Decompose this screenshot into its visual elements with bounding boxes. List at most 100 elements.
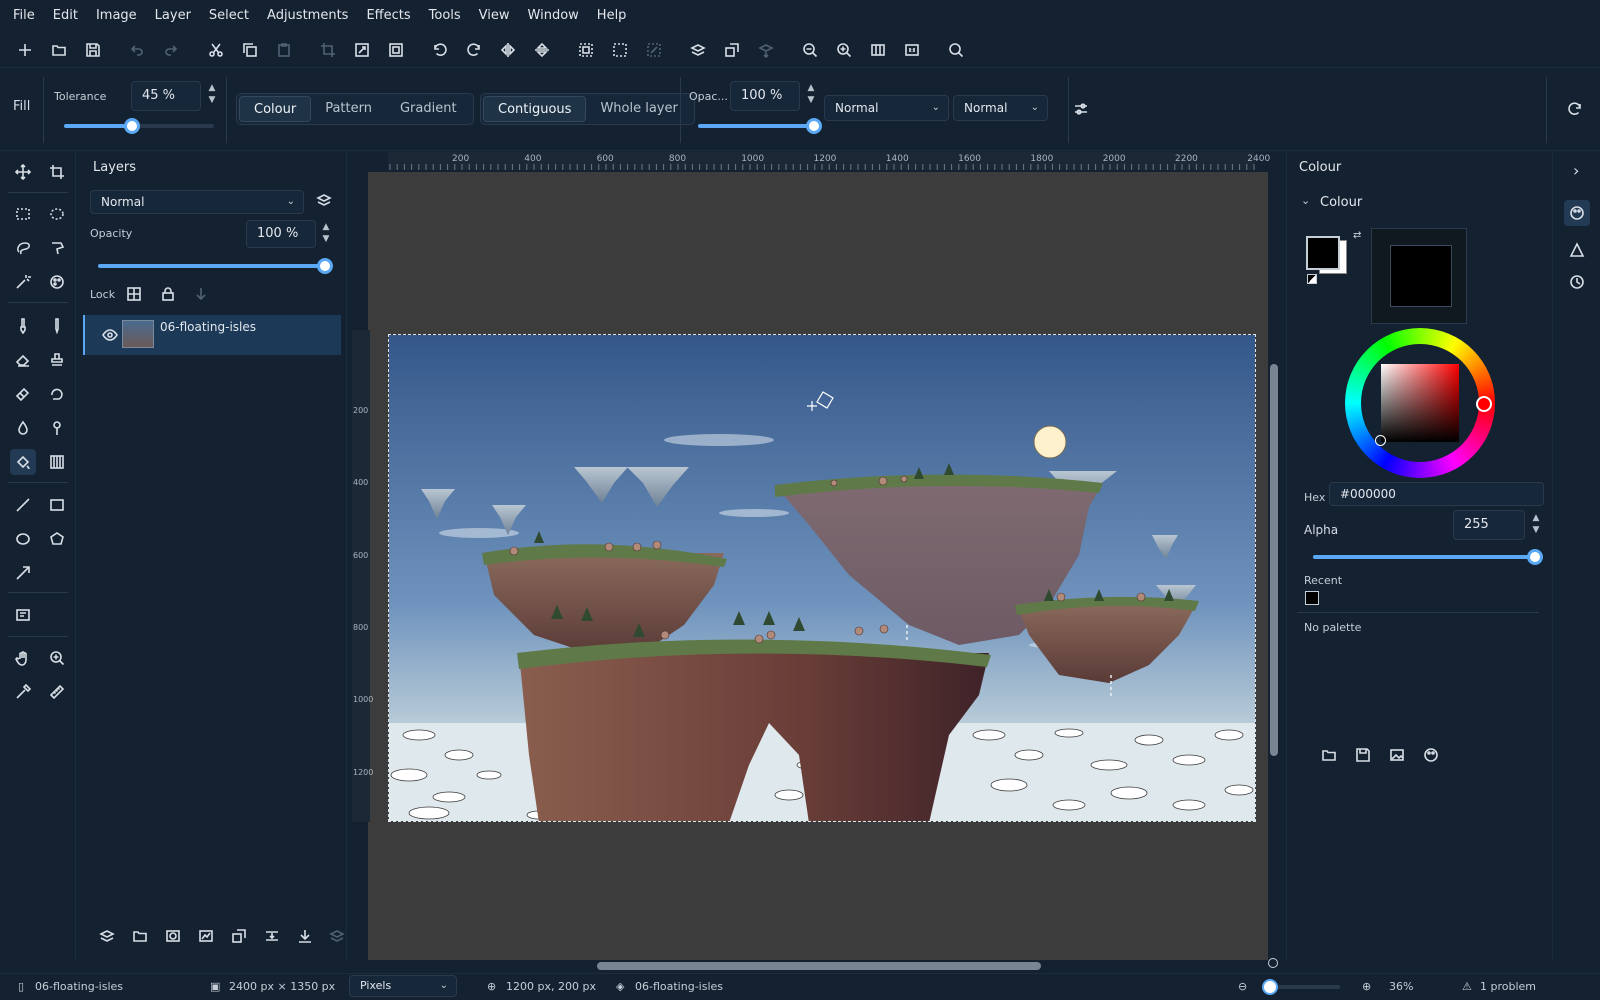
blend-mode-dropdown[interactable]: Normal ⌄ [824, 95, 949, 121]
merge-down-icon[interactable] [262, 926, 282, 946]
copy-icon[interactable] [240, 40, 260, 60]
menu-image[interactable]: Image [87, 0, 146, 32]
crop-tool-icon[interactable] [44, 159, 70, 185]
adjust-icon[interactable] [1071, 99, 1091, 119]
polygon-tool-icon[interactable] [44, 526, 70, 552]
move-tool-icon[interactable] [10, 159, 36, 185]
pencil-icon[interactable] [44, 313, 70, 339]
invert-selection-icon[interactable] [644, 40, 664, 60]
save-palette-icon[interactable] [1353, 745, 1373, 765]
collapse-chevron-icon[interactable]: ⌄ [1301, 194, 1310, 207]
zoom-in-status-icon[interactable]: ⊕ [1362, 974, 1371, 1000]
new-group-icon[interactable] [130, 926, 150, 946]
fill-mode-pattern[interactable]: Pattern [311, 96, 386, 122]
colour-grid[interactable] [1371, 228, 1467, 324]
warning-icon[interactable]: ⚠ [1462, 974, 1472, 1000]
flatten-icon[interactable] [295, 926, 315, 946]
blur-icon[interactable] [10, 415, 36, 441]
delete-layer-icon[interactable] [327, 926, 347, 946]
search-icon[interactable] [946, 40, 966, 60]
ellipse-tool-icon[interactable] [10, 526, 36, 552]
hue-wheel[interactable] [1345, 328, 1495, 478]
opacity-input[interactable]: 100 % [730, 81, 800, 111]
tolerance-slider[interactable] [64, 118, 214, 134]
duplicate-icon[interactable] [229, 926, 249, 946]
palette-icon[interactable] [1421, 745, 1441, 765]
lock-icon[interactable] [158, 284, 178, 304]
line-tool-icon[interactable] [10, 492, 36, 518]
crop-selection-icon[interactable] [318, 40, 338, 60]
resize-canvas-icon[interactable] [386, 40, 406, 60]
menu-edit[interactable]: Edit [44, 0, 87, 32]
zoom-out-status-icon[interactable]: ⊖ [1238, 974, 1247, 1000]
new-icon[interactable] [15, 40, 35, 60]
actual-size-icon[interactable] [902, 40, 922, 60]
saturation-value-square[interactable] [1381, 364, 1459, 442]
heal-icon[interactable] [44, 381, 70, 407]
chevron-right-icon[interactable]: › [1573, 161, 1579, 180]
alpha-blend-dropdown[interactable]: Normal ⌄ [953, 95, 1048, 121]
menu-layer[interactable]: Layer [146, 0, 200, 32]
colour-panel-icon[interactable] [1564, 200, 1590, 226]
vertical-scrollbar[interactable] [1270, 364, 1278, 756]
adjustments-icon[interactable] [1567, 240, 1587, 260]
arrow-tool-icon[interactable] [10, 560, 36, 586]
lasso-select-icon[interactable] [10, 235, 36, 261]
opacity-stepper[interactable]: ▲ ▼ [806, 82, 816, 110]
reset-icon[interactable] [1565, 99, 1585, 119]
ellipse-select-icon[interactable] [44, 201, 70, 227]
tolerance-stepper[interactable]: ▲ ▼ [207, 82, 217, 110]
opacity-slider[interactable] [698, 118, 822, 134]
open-icon[interactable] [49, 40, 69, 60]
fill-mode-colour[interactable]: Colour [239, 96, 312, 122]
primary-colour-swatch[interactable] [1306, 236, 1340, 270]
layer-opacity-input[interactable]: 100 % [246, 220, 316, 248]
save-icon[interactable] [83, 40, 103, 60]
rotate-ccw-icon[interactable] [430, 40, 450, 60]
cut-icon[interactable] [206, 40, 226, 60]
menu-adjustments[interactable]: Adjustments [258, 0, 357, 32]
history-icon[interactable] [1567, 272, 1587, 292]
fill-bucket-icon[interactable] [10, 449, 36, 475]
flood-mode-whole-layer[interactable]: Whole layer [586, 96, 691, 122]
zoom-slider[interactable] [1262, 979, 1340, 995]
dodge-icon[interactable] [44, 415, 70, 441]
smudge-icon[interactable] [10, 381, 36, 407]
document-image[interactable] [388, 334, 1256, 822]
menu-view[interactable]: View [470, 0, 519, 32]
sv-handle[interactable] [1375, 435, 1386, 446]
lock-position-icon[interactable] [191, 284, 211, 304]
text-tool-icon[interactable] [10, 602, 36, 628]
open-palette-icon[interactable] [1319, 745, 1339, 765]
polygon-lasso-icon[interactable] [44, 235, 70, 261]
flip-horizontal-icon[interactable] [498, 40, 518, 60]
colour-picker-icon[interactable] [10, 679, 36, 705]
ruler-tool-icon[interactable] [44, 679, 70, 705]
zoom-tool-icon[interactable] [44, 645, 70, 671]
deselect-icon[interactable] [610, 40, 630, 60]
reset-colours-icon[interactable] [1307, 274, 1317, 284]
horizontal-scrollbar[interactable] [597, 962, 1041, 970]
gradient-icon[interactable] [44, 449, 70, 475]
palette-from-image-icon[interactable] [1387, 745, 1407, 765]
layer-opacity-stepper[interactable]: ▲ ▼ [321, 221, 331, 249]
add-layer-icon[interactable] [688, 40, 708, 60]
pan-tool-icon[interactable] [10, 645, 36, 671]
recent-colour-swatch[interactable] [1305, 591, 1319, 605]
colour-select-icon[interactable] [44, 269, 70, 295]
undo-icon[interactable] [127, 40, 147, 60]
layer-row[interactable]: 06-floating-isles [83, 315, 341, 355]
redo-icon[interactable] [161, 40, 181, 60]
add-mask-icon[interactable] [163, 926, 183, 946]
brush-icon[interactable] [10, 313, 36, 339]
scroll-corner-icon[interactable] [1268, 958, 1278, 968]
units-dropdown[interactable]: Pixels ⌄ [349, 975, 457, 997]
duplicate-layer-icon[interactable] [722, 40, 742, 60]
magic-wand-icon[interactable] [10, 269, 36, 295]
flip-vertical-icon[interactable] [532, 40, 552, 60]
merge-layer-icon[interactable] [756, 40, 776, 60]
clone-stamp-icon[interactable] [44, 347, 70, 373]
adjustment-layer-icon[interactable] [196, 926, 216, 946]
layer-opacity-slider[interactable] [98, 258, 333, 274]
rectangle-tool-icon[interactable] [44, 492, 70, 518]
